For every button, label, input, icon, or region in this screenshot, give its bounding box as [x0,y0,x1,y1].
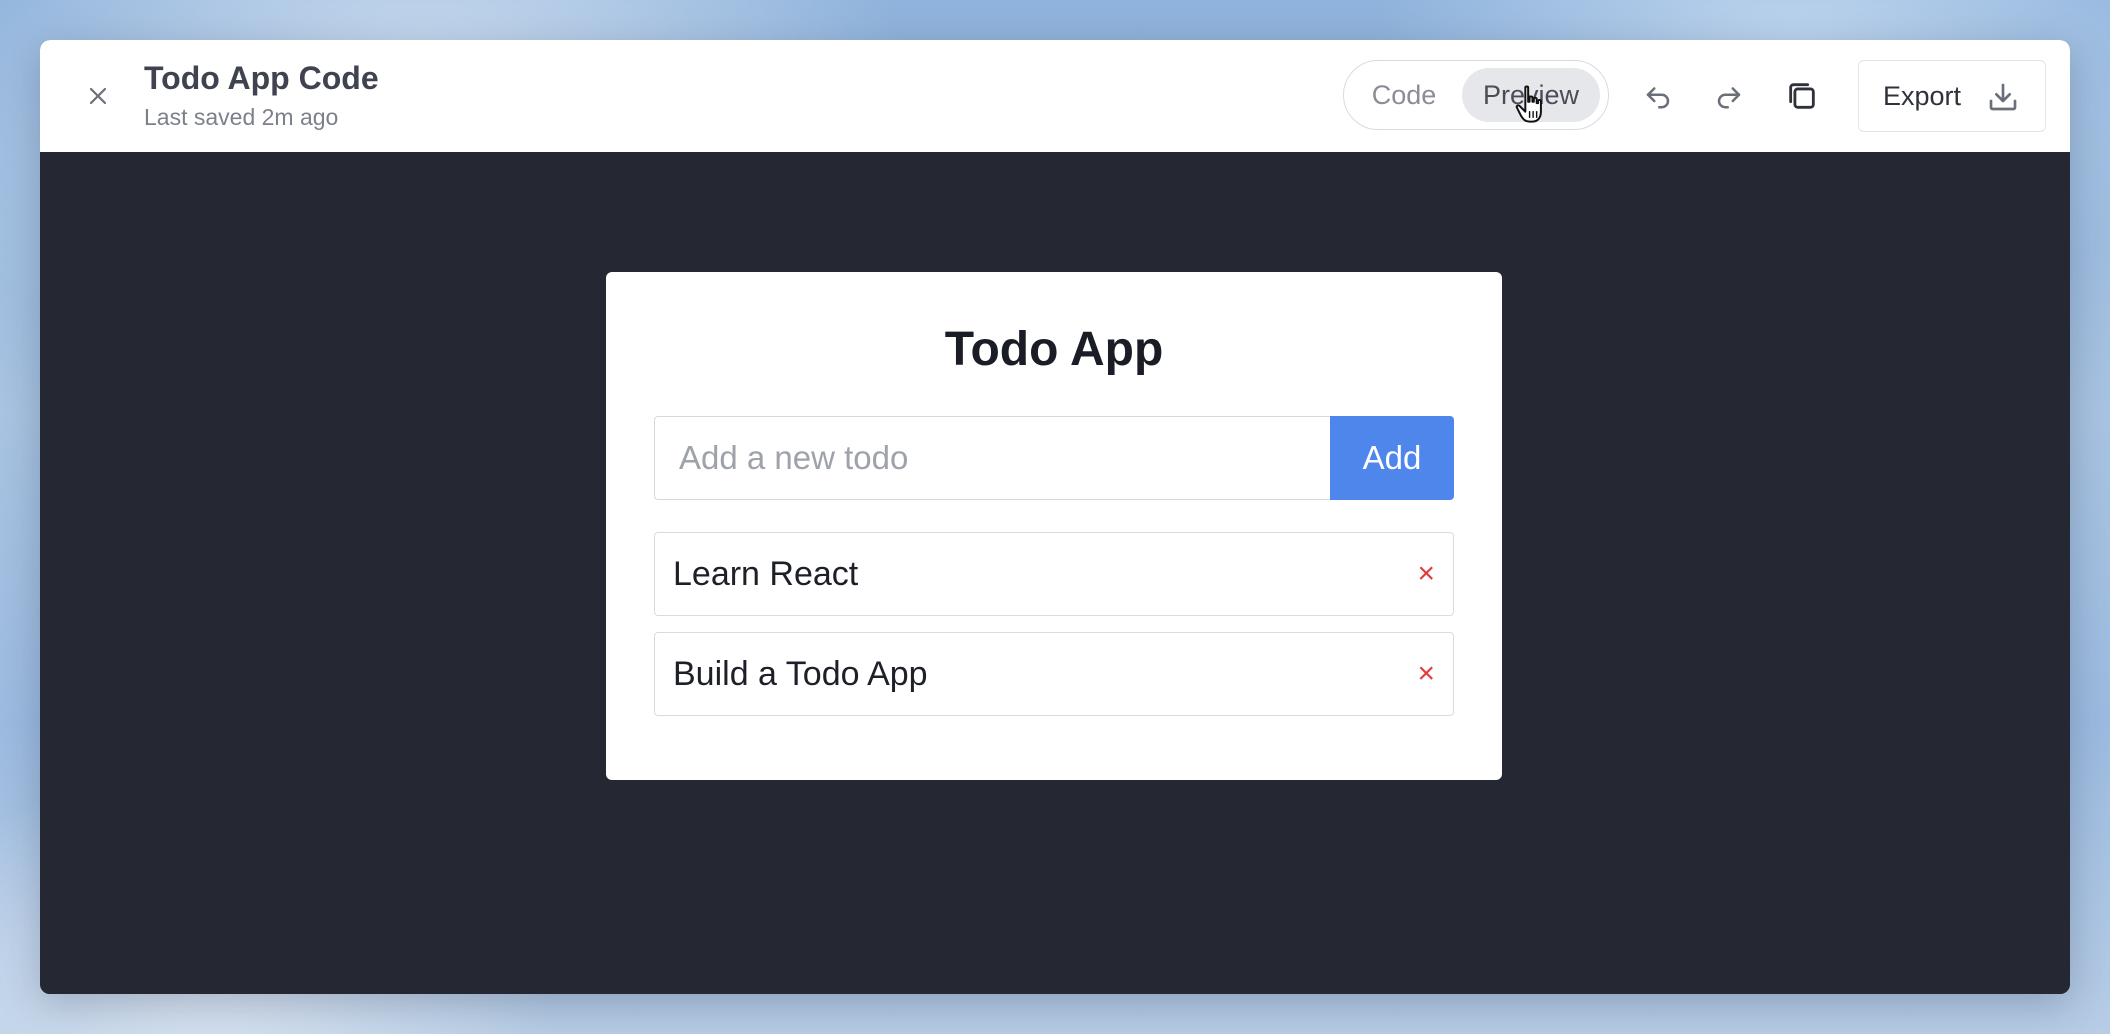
view-toggle: Code Preview [1343,60,1609,130]
todo-text: Build a Todo App [673,655,928,693]
tab-code[interactable]: Code [1358,68,1450,122]
editor-window: Todo App Code Last saved 2m ago Code Pre… [40,40,2070,994]
last-saved-status: Last saved 2m ago [144,104,339,130]
top-bar: Todo App Code Last saved 2m ago Code Pre… [40,40,2070,152]
download-icon [1989,83,2017,111]
undo-button[interactable] [1634,72,1682,120]
document-title: Todo App Code [144,60,379,96]
todo-app-card: Todo App Add Learn React × Build a Todo … [606,272,1502,780]
redo-button[interactable] [1705,72,1753,120]
export-label: Export [1883,81,1962,111]
add-todo-button[interactable]: Add [1330,416,1454,500]
tab-preview[interactable]: Preview [1462,68,1600,122]
new-todo-input[interactable] [654,416,1330,500]
close-icon [89,87,107,105]
title-block: Todo App Code Last saved 2m ago [144,58,379,134]
list-item: Learn React × [654,532,1454,616]
delete-todo-button[interactable]: × [1417,533,1435,615]
copy-button[interactable] [1778,72,1826,120]
list-item: Build a Todo App × [654,632,1454,716]
app-title: Todo App [944,323,1164,376]
delete-todo-button[interactable]: × [1417,633,1435,715]
undo-icon [1646,87,1670,109]
preview-canvas: Todo App Add Learn React × Build a Todo … [40,152,2070,994]
export-button[interactable]: Export [1858,60,2046,132]
close-button[interactable] [78,76,118,116]
redo-icon [1717,87,1741,109]
copy-icon [1789,83,1815,109]
todo-text: Learn React [673,555,859,593]
